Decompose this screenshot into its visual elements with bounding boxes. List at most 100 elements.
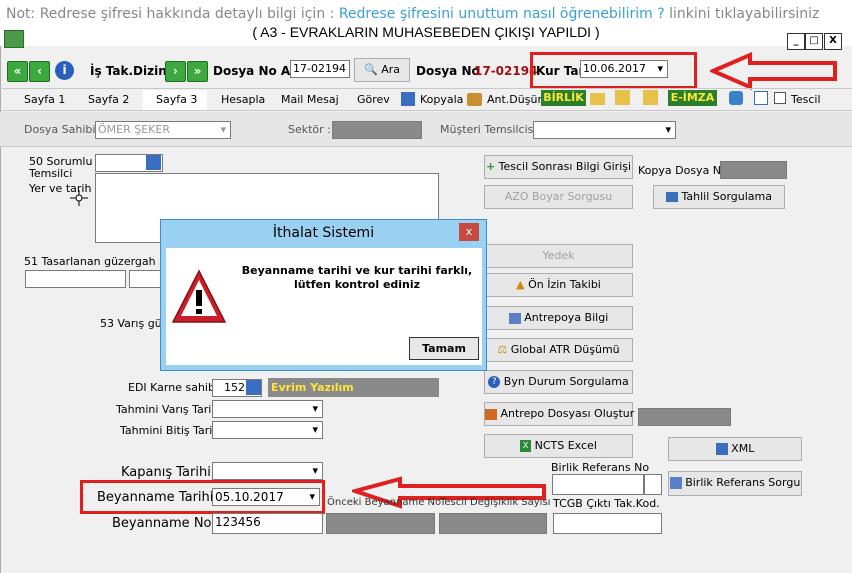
on-izin-takibi-button[interactable]: ▲ Ön İzin Takibi <box>484 273 633 297</box>
antrepoya-bilgi-button[interactable]: Antrepoya Bilgi <box>484 306 633 330</box>
tab-mail-mesaj[interactable]: Mail Mesaj <box>281 93 339 108</box>
tab-sayfa-2[interactable]: Sayfa 2 <box>88 93 129 108</box>
annotation-arrow-top <box>710 52 837 90</box>
xml-button[interactable]: XML <box>668 437 802 461</box>
tahlil-label: Tahlil Sorgulama <box>681 190 773 203</box>
tab-hesapla[interactable]: Hesapla <box>221 93 265 108</box>
edi-karne-name: Evrim Yazılım <box>268 378 439 397</box>
question-icon: ? <box>488 376 501 388</box>
dialog-ok-button[interactable]: Tamam <box>409 337 479 360</box>
note-suffix: linkini tıklayabilirsiniz <box>669 6 820 22</box>
doc-search-icon[interactable] <box>754 91 768 105</box>
tab-sayfa-3[interactable]: Sayfa 3 <box>156 93 197 108</box>
guzergah-input-2[interactable] <box>129 270 161 288</box>
azo-boyar-button[interactable]: AZO Boyar Sorgusu <box>484 185 633 209</box>
e-imza-button[interactable]: E-İMZA <box>668 90 717 106</box>
global-atr-label: Global ATR Düşümü <box>510 343 620 356</box>
plus-icon: + <box>485 160 496 173</box>
kapanis-tarihi-label: Kapanış Tarihi <box>121 465 211 480</box>
antrepo-icon <box>508 312 521 324</box>
beyanname-tarihi-label: Beyanname Tarihi <box>97 490 214 505</box>
tahlil-sorgulama-button[interactable]: Tahlil Sorgulama <box>653 185 785 209</box>
tasarlanan-guzergah-label: 51 Tasarlanan güzergah <box>24 255 156 268</box>
next-record-button[interactable]: › <box>165 61 186 82</box>
global-atr-button[interactable]: ⚖ Global ATR Düşümü <box>484 338 633 362</box>
sektor-field <box>332 121 422 139</box>
onceki-beyanname-label: Önceki Beyanname No <box>327 497 442 508</box>
guzergah-input-1[interactable] <box>25 270 126 288</box>
on-izin-icon: ▲ <box>516 278 525 291</box>
dialog-close-button[interactable]: x <box>459 223 479 241</box>
beyanname-no-label: Beyanname No <box>112 516 212 531</box>
kur-tar-label: Kur Tar <box>536 64 585 78</box>
tabs-divider <box>0 110 852 111</box>
last-record-button[interactable]: » <box>187 61 208 82</box>
antrepo-dosyasi-field <box>638 408 731 426</box>
dosya-sahibi-dropdown[interactable]: ÖMER ŞEKER <box>95 121 231 139</box>
beyanname-no-input[interactable]: 123456 <box>212 513 323 534</box>
tcgb-input[interactable] <box>553 513 662 534</box>
birlik-referans-label: Birlik Referans No <box>551 461 650 474</box>
birlik-referans-sorgu-label: Birlik Referans Sorgu <box>685 476 801 489</box>
kapanis-tarihi-dropdown[interactable] <box>212 462 323 480</box>
dialog-message: Beyanname tarihi ve kur tarihi farklı, l… <box>241 264 473 291</box>
birlik-referans-extra[interactable] <box>644 474 662 495</box>
edi-lookup-icon[interactable] <box>246 380 261 395</box>
musteri-temsilcisi-dropdown[interactable] <box>533 121 676 139</box>
tab-sayfa-1[interactable]: Sayfa 1 <box>24 93 65 108</box>
tescil-checkbox[interactable] <box>774 92 786 104</box>
magnifier-icon: 🔍 <box>364 63 378 76</box>
tab-gorev[interactable]: Görev <box>357 93 390 108</box>
crosshair-icon <box>70 190 88 206</box>
close-button[interactable]: X <box>824 33 842 50</box>
info-icon[interactable]: i <box>55 61 74 80</box>
antrepoya-label: Antrepoya Bilgi <box>524 311 609 324</box>
minimize-button[interactable]: _ <box>787 33 805 50</box>
tab-ant-dusum[interactable]: Ant.Düşüm <box>487 93 548 108</box>
beyanname-tarihi-dropdown[interactable]: 05.10.2017 <box>212 488 320 506</box>
birlik-referans-input[interactable] <box>552 474 644 495</box>
sorgu-icon <box>669 477 682 489</box>
window-title: ( A3 - EVRAKLARIN MUHASEBEDEN ÇIKIŞI YAP… <box>252 24 600 40</box>
kur-tar-dropdown[interactable]: 10.06.2017 <box>580 60 668 78</box>
tahmini-varis-dropdown[interactable] <box>212 400 323 418</box>
folder-down-icon[interactable] <box>643 90 658 105</box>
monitor-icon[interactable] <box>729 91 743 105</box>
ncts-excel-button[interactable]: X NCTS Excel <box>484 434 633 458</box>
birlik-referans-sorgu-button[interactable]: Birlik Referans Sorgu <box>668 471 802 496</box>
sorumlu-temsilci-label: 50 Sorumlu Temsilci <box>29 155 93 180</box>
kopya-dosya-label: Kopya Dosya No <box>638 164 728 177</box>
onceki-beyanname-field <box>326 513 435 534</box>
lookup-icon[interactable] <box>146 155 161 170</box>
tescil-label: Tescil <box>791 93 821 106</box>
folder-icon[interactable] <box>590 93 605 105</box>
tahmini-bitis-dropdown[interactable] <box>212 421 323 439</box>
header-divider <box>0 146 852 147</box>
ara-button[interactable]: 🔍 Ara <box>354 58 410 82</box>
byn-durum-label: Byn Durum Sorgulama <box>503 375 629 388</box>
first-record-button[interactable]: « <box>7 61 28 82</box>
xml-label: XML <box>731 442 755 455</box>
birlik-button[interactable]: BİRLİK <box>541 90 586 106</box>
note-prefix: Not: Redrese şifresi hakkında detaylı bi… <box>6 6 335 22</box>
tescil-degisiklik-field <box>439 513 547 534</box>
antrepo-dosyasi-button[interactable]: Antrepo Dosyası Oluştur <box>484 402 635 426</box>
yedek-button[interactable]: Yedek <box>484 244 633 268</box>
toolbar-divider <box>0 88 852 89</box>
antrepo-dosyasi-label: Antrepo Dosyası Oluştur <box>500 407 635 420</box>
ara-button-label: Ara <box>381 63 400 76</box>
prev-record-button[interactable]: ‹ <box>29 61 50 82</box>
dosya-no-label: Dosya No <box>416 64 480 78</box>
tescil-sonrasi-button[interactable]: + Tescil Sonrası Bilgi Girişi <box>484 155 633 179</box>
tab-kopyala[interactable]: Kopyala <box>420 93 463 108</box>
tahmini-varis-label: Tahmini Varış Tarihi <box>116 403 222 416</box>
tahlil-icon <box>665 192 678 202</box>
dosya-no-value: 17-02194 <box>474 64 538 78</box>
dosya-no-ara-input[interactable]: 17-02194 <box>290 60 350 78</box>
folder-up-icon[interactable] <box>615 90 630 105</box>
ant-dusum-icon <box>467 93 482 106</box>
forgot-password-link[interactable]: Redrese şifresini unuttum nasıl öğrenebi… <box>339 6 665 22</box>
maximize-button[interactable]: □ <box>805 33 823 50</box>
byn-durum-button[interactable]: ? Byn Durum Sorgulama <box>484 370 633 394</box>
tahmini-bitis-label: Tahmini Bitiş Tarihi <box>120 424 223 437</box>
